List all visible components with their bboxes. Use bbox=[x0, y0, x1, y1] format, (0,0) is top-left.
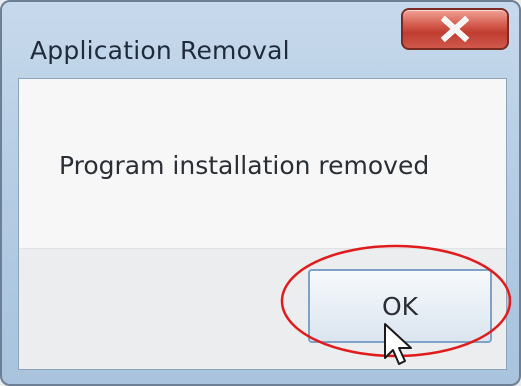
button-area: OK bbox=[19, 248, 506, 369]
message-area: Program installation removed bbox=[19, 79, 506, 251]
dialog-title: Application Removal bbox=[30, 36, 290, 65]
close-button[interactable] bbox=[401, 8, 509, 50]
dialog-message: Program installation removed bbox=[59, 151, 430, 180]
close-icon bbox=[440, 16, 470, 42]
title-bar[interactable]: Application Removal bbox=[2, 2, 519, 78]
dialog-content: Program installation removed OK bbox=[18, 78, 507, 370]
ok-button[interactable]: OK bbox=[308, 269, 492, 343]
application-removal-dialog: Application Removal Program installation… bbox=[0, 0, 521, 386]
